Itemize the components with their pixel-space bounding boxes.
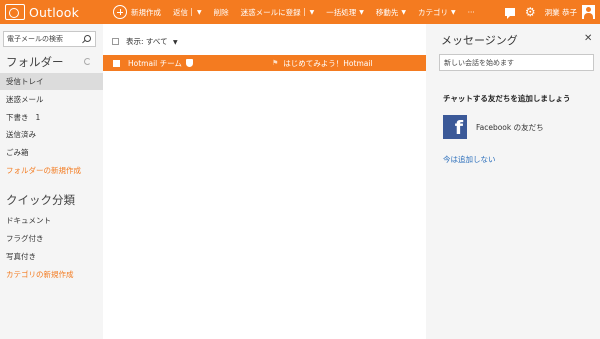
top-right-controls: ⚙ 洞業 恭子 (504, 0, 600, 24)
folder-sent[interactable]: 送信済み (0, 126, 103, 143)
message-list: 表示: すべて ▼ Hotmail チーム ⚑ はじめてみよう！Hotmail (103, 24, 426, 339)
folder-drafts[interactable]: 下書き 1 (0, 109, 103, 126)
junk-button[interactable]: 迷惑メールに登録 ▼ (241, 0, 315, 24)
new-folder-link[interactable]: フォルダーの新規作成 (0, 162, 103, 179)
sweep-label: 一括処理 (326, 7, 357, 17)
chevron-down-icon[interactable]: ▼ (310, 9, 315, 16)
messaging-title: メッセージング (441, 34, 518, 47)
chevron-down-icon: ▼ (451, 8, 456, 16)
outlook-logo[interactable]: Outlook (0, 0, 104, 24)
move-to-button[interactable]: 移動先 ▼ (376, 0, 406, 24)
gear-icon[interactable]: ⚙ (525, 6, 536, 18)
facebook-friends-item[interactable]: f Facebook の友だち (443, 115, 544, 139)
chevron-down-icon: ▼ (359, 8, 364, 16)
avatar[interactable] (582, 5, 595, 19)
divider (191, 8, 192, 16)
trusted-sender-shield-icon (185, 59, 193, 67)
folder-label: 下書き (6, 113, 29, 122)
search-box (3, 31, 96, 47)
chevron-down-icon: ▼ (401, 8, 406, 16)
reply-label: 返信 (173, 7, 188, 17)
quick-view-documents[interactable]: ドキュメント (0, 212, 103, 229)
folder-label: 受信トレイ (6, 77, 44, 86)
quick-view-photos[interactable]: 写真付き (0, 248, 103, 265)
user-name[interactable]: 洞業 恭子 (545, 7, 577, 18)
quick-views-heading: クイック分類 (6, 193, 75, 207)
add-friends-heading: チャットする友だちを追加しましょう (443, 94, 571, 103)
delete-label: 削除 (213, 7, 229, 17)
more-commands-button[interactable]: ··· (468, 0, 475, 24)
message-checkbox[interactable] (113, 59, 120, 67)
junk-label: 迷惑メールに登録 (240, 7, 301, 17)
reply-button[interactable]: 返信 ▼ (173, 0, 202, 24)
more-commands-label: ··· (467, 7, 475, 17)
quick-view-flagged[interactable]: フラグ付き (0, 230, 103, 247)
top-bar: Outlook 新規作成 返信 ▼ 削除 迷惑メールに登録 ▼ 一括処理 ▼ 移… (0, 0, 600, 24)
not-now-link[interactable]: 今は追加しない (443, 154, 496, 165)
messaging-pane: メッセージング ✕ チャットする友だちを追加しましょう f Facebook の… (426, 24, 600, 339)
select-all-checkbox[interactable] (112, 38, 119, 45)
new-category-link[interactable]: カテゴリの新規作成 (0, 266, 103, 283)
folder-inbox[interactable]: 受信トレイ (0, 73, 103, 90)
facebook-friends-label: Facebook の友だち (476, 122, 544, 132)
folder-label: 迷惑メール (6, 95, 44, 104)
quick-view-label: 写真付き (6, 252, 36, 261)
flag-icon[interactable]: ⚑ (272, 59, 278, 67)
divider (303, 8, 305, 16)
new-category-label: カテゴリの新規作成 (6, 270, 74, 279)
filter-bar: 表示: すべて ▼ (112, 36, 178, 47)
plus-circle-icon (113, 5, 127, 19)
new-message-button[interactable]: 新規作成 (113, 0, 161, 24)
quick-view-label: フラグ付き (6, 234, 44, 243)
folder-pane: フォルダー 受信トレイ 迷惑メール 下書き 1 送信済み ごみ箱 フォルダーの新… (0, 24, 103, 339)
filter-dropdown[interactable]: 表示: すべて ▼ (126, 36, 178, 47)
filter-label: 表示: すべて (126, 37, 168, 46)
message-subject: はじめてみよう！Hotmail (283, 58, 373, 68)
messaging-icon[interactable] (504, 8, 515, 19)
message-sender: Hotmail チーム (128, 58, 202, 69)
new-message-label: 新規作成 (131, 7, 161, 17)
category-button[interactable]: カテゴリ ▼ (418, 0, 456, 24)
folder-count: 1 (35, 113, 41, 122)
sender-name: Hotmail チーム (128, 58, 182, 68)
delete-button[interactable]: 削除 (214, 0, 229, 24)
new-folder-label: フォルダーの新規作成 (6, 166, 81, 175)
chevron-down-icon[interactable]: ▼ (197, 9, 202, 16)
close-icon[interactable]: ✕ (584, 34, 592, 44)
search-icon[interactable] (84, 35, 91, 42)
message-row[interactable]: Hotmail チーム ⚑ はじめてみよう！Hotmail (103, 55, 426, 71)
app-name: Outlook (29, 4, 80, 20)
folder-label: ごみ箱 (6, 148, 29, 157)
facebook-icon: f (443, 115, 467, 139)
sweep-button[interactable]: 一括処理 ▼ (326, 0, 364, 24)
new-conversation-input[interactable] (439, 54, 594, 71)
folder-label: 送信済み (6, 130, 36, 139)
folders-heading[interactable]: フォルダー (6, 54, 64, 70)
outlook-logo-icon (5, 4, 25, 20)
move-to-label: 移動先 (375, 7, 399, 17)
chevron-down-icon: ▼ (172, 39, 178, 46)
search-input[interactable] (7, 33, 81, 45)
category-label: カテゴリ (418, 7, 448, 17)
refresh-icon[interactable] (84, 58, 91, 65)
folder-deleted[interactable]: ごみ箱 (0, 144, 103, 161)
quick-view-label: ドキュメント (6, 216, 51, 225)
folder-junk[interactable]: 迷惑メール (0, 91, 103, 108)
